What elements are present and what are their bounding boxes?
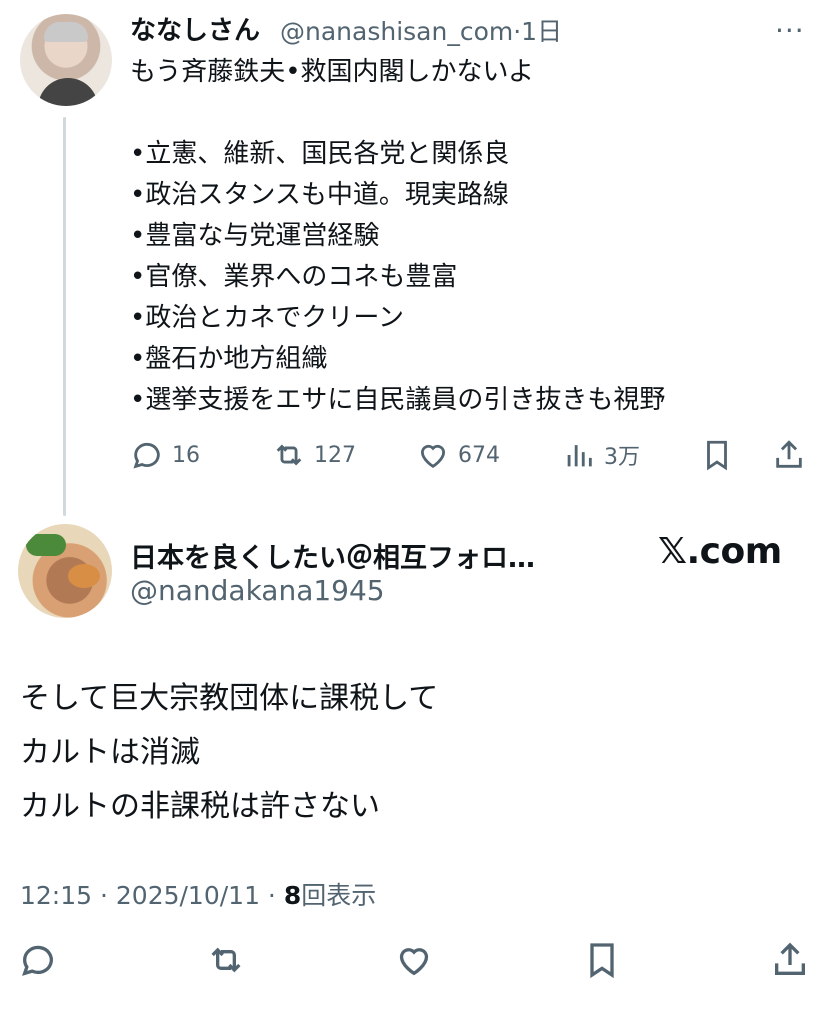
handle[interactable]: @nanashisan_com bbox=[280, 17, 513, 46]
tweet-actions bbox=[0, 940, 828, 1000]
like-count: 674 bbox=[458, 442, 500, 468]
display-name[interactable]: ななしさん bbox=[130, 10, 260, 47]
bookmark-icon bbox=[707, 440, 727, 471]
like-button[interactable] bbox=[394, 940, 434, 984]
heart-icon bbox=[399, 948, 429, 976]
tweet-meta: 12:15 · 2025/10/11 · 8回表示 bbox=[20, 876, 376, 912]
reply-icon bbox=[133, 442, 160, 469]
timestamp[interactable]: ·1日 bbox=[513, 17, 562, 46]
display-name[interactable]: 日本を良くしたい＠相互フォロ… bbox=[130, 536, 535, 575]
handle[interactable]: @nandakana1945 bbox=[130, 574, 385, 607]
avatar-garnish bbox=[26, 534, 66, 556]
handle-and-time: @nanashisan_com·1日 bbox=[280, 12, 562, 48]
views-button[interactable]: 3万 bbox=[562, 438, 640, 472]
heart-icon bbox=[420, 444, 446, 468]
timestamp[interactable]: 12:15 · 2025/10/11 · bbox=[20, 881, 284, 910]
share-icon bbox=[775, 942, 805, 975]
view-count: 8 bbox=[283, 881, 302, 910]
retweet-icon bbox=[211, 947, 241, 973]
reply-icon bbox=[22, 945, 53, 976]
tweet-text: そして巨大宗教団体に課税して カルトは消滅 カルトの非課税は許さない bbox=[20, 681, 439, 824]
like-button[interactable]: 674 bbox=[416, 438, 500, 472]
reply-button[interactable]: 16 bbox=[130, 438, 200, 472]
share-icon bbox=[776, 440, 802, 468]
bookmark-button[interactable] bbox=[700, 438, 734, 472]
bookmark-icon bbox=[590, 943, 614, 979]
view-count: 3万 bbox=[604, 445, 640, 470]
retweet-count: 127 bbox=[314, 442, 356, 468]
reply-count: 16 bbox=[172, 442, 200, 468]
thread-line bbox=[63, 117, 66, 516]
avatar[interactable] bbox=[20, 14, 112, 106]
retweet-button[interactable] bbox=[206, 940, 246, 984]
tweet-text: もう斉藤鉄夫•救国内閣しかないよ •立憲、維新、国民各党と関係良 •政治スタンス… bbox=[130, 57, 666, 415]
retweet-icon bbox=[276, 444, 302, 466]
share-button[interactable] bbox=[770, 940, 810, 984]
view-label: 回表示 bbox=[301, 881, 377, 910]
tweet-actions: 16 127 674 3万 bbox=[130, 438, 810, 478]
bookmark-button[interactable] bbox=[582, 940, 622, 984]
avatar[interactable] bbox=[18, 524, 112, 618]
avatar-egg bbox=[68, 564, 100, 588]
more-dots-icon[interactable]: ··· bbox=[775, 14, 805, 47]
avatar-hair bbox=[44, 22, 88, 42]
x-com-logo: 𝕏.com bbox=[658, 531, 782, 572]
share-button[interactable] bbox=[772, 438, 806, 472]
analytics-icon bbox=[567, 445, 592, 467]
reply-button[interactable] bbox=[18, 940, 58, 984]
retweet-button[interactable]: 127 bbox=[272, 438, 356, 472]
avatar-suit bbox=[38, 78, 98, 106]
